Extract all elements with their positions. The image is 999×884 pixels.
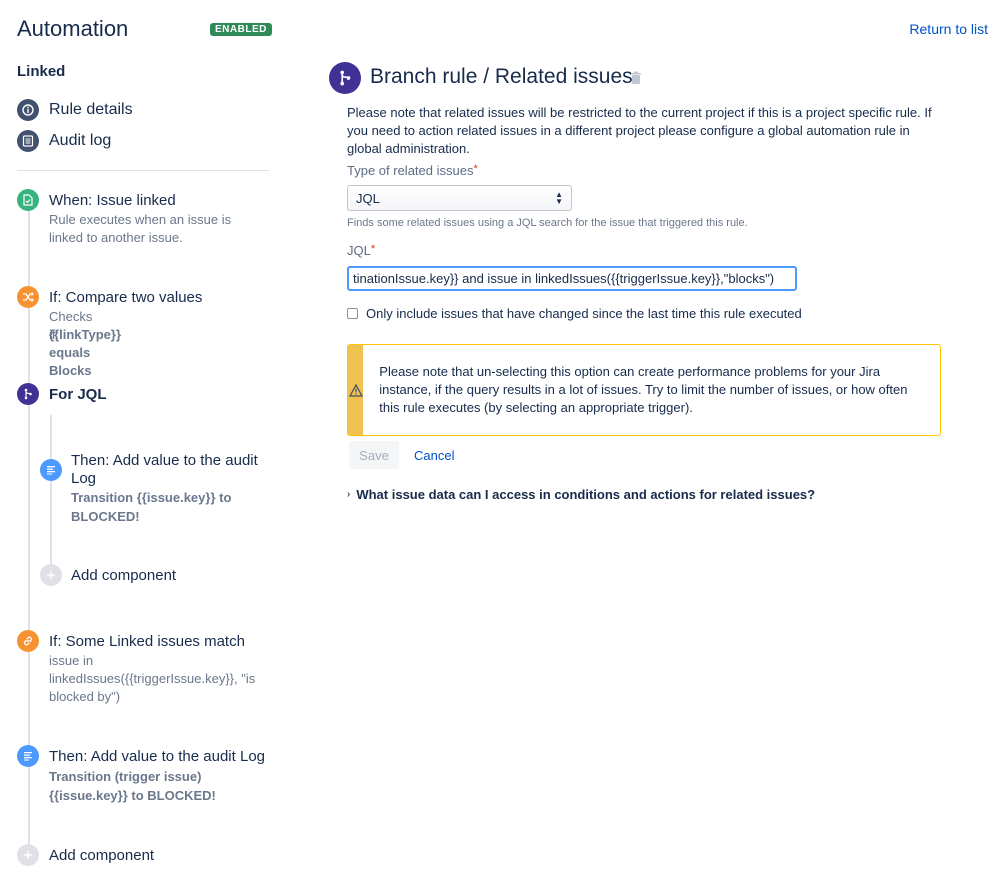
component-desc: Rule executes when an issue is linked to… <box>49 212 232 245</box>
component-title: For JQL <box>49 386 107 403</box>
shuffle-icon <box>17 286 39 308</box>
log-icon <box>17 745 39 767</box>
changed-since-checkbox[interactable]: Only include issues that have changed si… <box>347 306 802 321</box>
branch-icon <box>329 62 361 94</box>
component-desc-value: {{linkType}} equals Blocks <box>49 327 122 378</box>
expander-label: What issue data can I access in conditio… <box>356 487 816 502</box>
status-badge: ENABLED <box>210 23 272 36</box>
checkbox-label: Only include issues that have changed si… <box>366 306 802 321</box>
app-title: Automation <box>17 16 129 41</box>
list-icon <box>17 130 39 152</box>
rule-name: Linked <box>17 63 66 80</box>
page-title: Branch rule / Related issues <box>370 65 633 88</box>
select-arrows-icon: ▲ ▼ <box>555 190 563 206</box>
warning-icon <box>348 345 364 435</box>
linked-trigger-icon <box>17 189 39 211</box>
connector-line-nested <box>50 415 52 565</box>
info-icon <box>17 99 39 121</box>
warning-message: Please note that un-selecting this optio… <box>347 344 941 436</box>
component-title: Then: Add value to the audit Log <box>49 748 265 765</box>
log-icon <box>40 459 62 481</box>
component-title: Add component <box>49 847 155 864</box>
component-title: If: Some Linked issues match <box>49 633 245 650</box>
chevron-right-icon: › <box>347 489 351 500</box>
sidebar: Automation ENABLED Linked Rule details A… <box>0 0 290 884</box>
link-icon <box>17 630 39 652</box>
jql-label: JQL* <box>347 243 376 258</box>
required-marker: * <box>473 163 478 175</box>
save-button[interactable]: Save <box>349 441 399 469</box>
type-hint: Finds some related issues using a JQL se… <box>347 217 748 229</box>
component-desc-value: Transition (trigger issue) {{issue.key}}… <box>49 769 216 803</box>
restriction-note: Please note that related issues will be … <box>347 105 932 156</box>
type-label: Type of related issues* <box>347 163 478 178</box>
component-title: Add component <box>71 567 177 584</box>
component-title: If: Compare two values <box>49 289 203 306</box>
nav-rule-details-label: Rule details <box>49 101 133 118</box>
warning-text: Please note that un-selecting this optio… <box>379 364 908 415</box>
nav-audit-log[interactable]: Audit log <box>17 130 111 152</box>
component-desc-value: Transition {{issue.key}} to BLOCKED! <box>71 490 232 524</box>
required-marker: * <box>370 243 376 255</box>
plus-icon <box>17 844 39 866</box>
nav-audit-log-label: Audit log <box>49 132 112 149</box>
trash-icon[interactable] <box>630 71 642 85</box>
type-select[interactable]: JQL ▲ ▼ <box>347 185 572 211</box>
plus-icon <box>40 564 62 586</box>
component-desc: issue in linkedIssues({{triggerIssue.key… <box>49 653 256 704</box>
type-select-value: JQL <box>356 190 380 206</box>
checkbox[interactable] <box>347 308 358 319</box>
component-title: Then: Add value to the audit Log <box>71 452 258 487</box>
issue-data-expander[interactable]: › What issue data can I access in condit… <box>347 487 815 502</box>
component-title: When: Issue linked <box>49 192 176 209</box>
jql-input[interactable]: tinationIssue.key}} and issue in linkedI… <box>347 266 797 291</box>
return-to-list-link[interactable]: Return to list <box>909 21 988 37</box>
divider <box>17 170 269 171</box>
cancel-button[interactable]: Cancel <box>414 448 454 463</box>
nav-rule-details[interactable]: Rule details <box>17 99 133 121</box>
branch-icon <box>17 383 39 405</box>
